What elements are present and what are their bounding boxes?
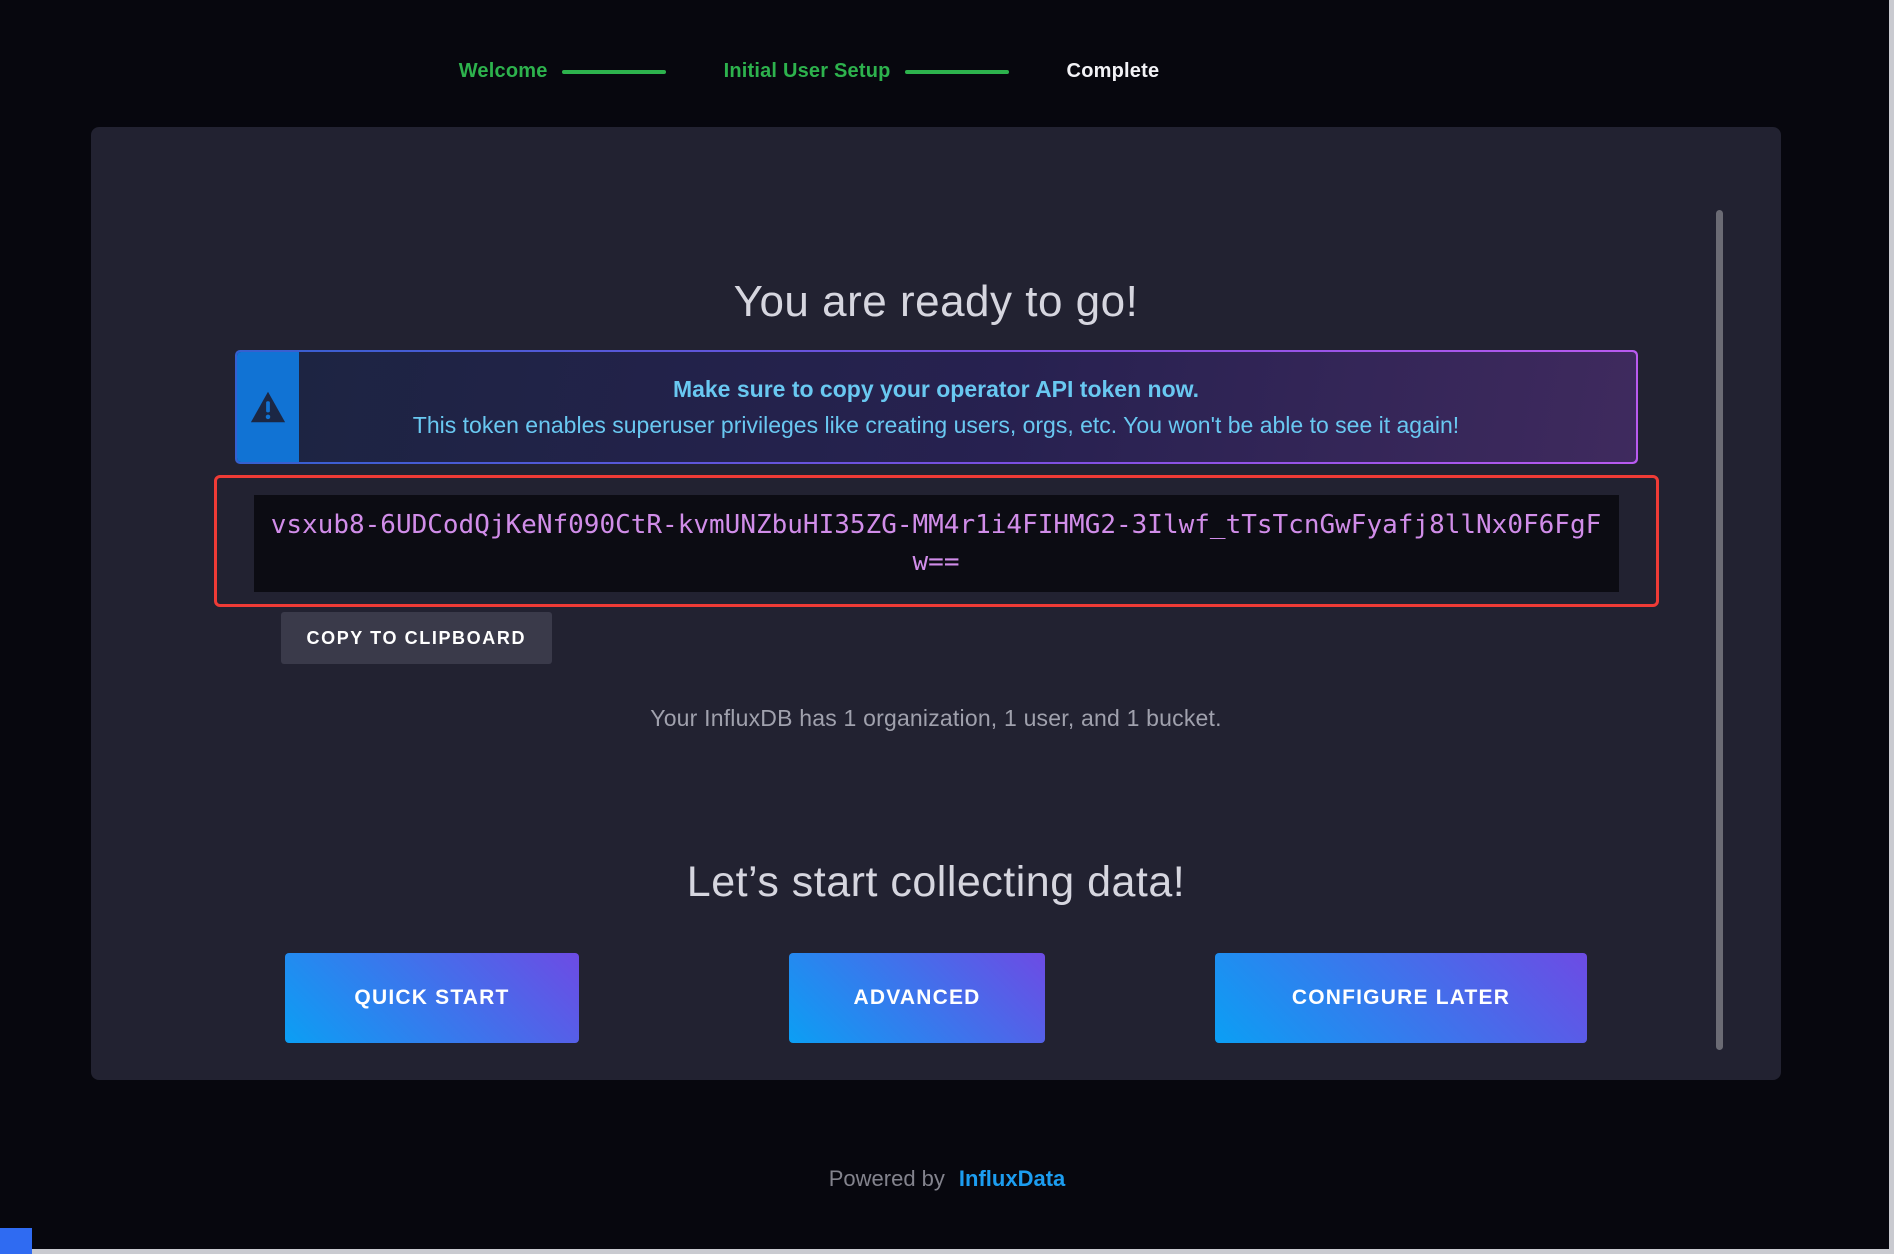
- collect-data-title: Let’s start collecting data!: [687, 858, 1185, 907]
- setup-card: You are ready to go! Make sure to copy y…: [91, 127, 1781, 1080]
- alert-text: Make sure to copy your operator API toke…: [299, 352, 1636, 462]
- token-region: vsxub8-6UDCodQjKeNf090CtR-kvmUNZbuHI35ZG…: [214, 475, 1659, 664]
- setup-stepper: Welcome Initial User Setup Complete: [0, 60, 1894, 83]
- step-connector-2: [905, 70, 1009, 74]
- step-welcome: Welcome: [459, 60, 548, 83]
- corner-accent: [0, 1228, 32, 1254]
- token-alert: Make sure to copy your operator API toke…: [235, 350, 1638, 464]
- copy-to-clipboard-button[interactable]: COPY TO CLIPBOARD: [281, 612, 553, 664]
- alert-message: This token enables superuser privileges …: [413, 412, 1459, 439]
- vertical-scrollbar[interactable]: [1716, 210, 1723, 1050]
- footer: Powered by InfluxData: [0, 1166, 1894, 1192]
- token-annotated-area: vsxub8-6UDCodQjKeNf090CtR-kvmUNZbuHI35ZG…: [214, 475, 1659, 607]
- advanced-button[interactable]: ADVANCED: [789, 953, 1045, 1043]
- warning-triangle-icon: [237, 352, 299, 462]
- window-edge-right: [1889, 0, 1894, 1254]
- ready-title: You are ready to go!: [734, 277, 1139, 327]
- influxdata-brand-link[interactable]: InfluxData: [959, 1166, 1065, 1192]
- stepper-row: Welcome Initial User Setup Complete: [459, 60, 1160, 83]
- setup-summary: Your InfluxDB has 1 organization, 1 user…: [650, 705, 1221, 732]
- step-connector-1: [562, 70, 666, 74]
- token-alert-body: Make sure to copy your operator API toke…: [237, 352, 1636, 462]
- alert-title: Make sure to copy your operator API toke…: [673, 376, 1199, 403]
- step-complete: Complete: [1067, 60, 1160, 83]
- powered-by-label: Powered by: [829, 1166, 945, 1192]
- window-edge-bottom: [0, 1249, 1894, 1254]
- step-initial-user-setup: Initial User Setup: [724, 60, 891, 83]
- configure-later-button[interactable]: CONFIGURE LATER: [1215, 953, 1587, 1043]
- api-token[interactable]: vsxub8-6UDCodQjKeNf090CtR-kvmUNZbuHI35ZG…: [269, 507, 1604, 581]
- setup-screen: Welcome Initial User Setup Complete You …: [0, 0, 1894, 1254]
- token-box: vsxub8-6UDCodQjKeNf090CtR-kvmUNZbuHI35ZG…: [254, 495, 1619, 592]
- quick-start-button[interactable]: QUICK START: [285, 953, 579, 1043]
- action-buttons: QUICK START ADVANCED CONFIGURE LATER: [285, 953, 1587, 1043]
